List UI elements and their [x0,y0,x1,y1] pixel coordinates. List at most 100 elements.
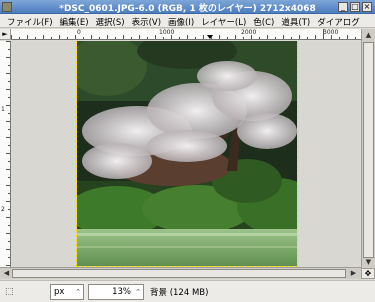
unit-select[interactable]: px ⌃ [50,284,84,300]
menu-dialogs[interactable]: ダイアログ [310,14,360,28]
vruler-tick [6,249,10,250]
hruler-tick [19,37,20,39]
hruler-tick [179,37,180,39]
vruler-tick [6,169,10,170]
hruler-tick [211,37,212,39]
vruler-tick [8,241,10,242]
vruler-tick [6,265,10,266]
hruler-tick [187,35,188,39]
maximize-button[interactable]: □ [350,2,360,12]
menu-select[interactable]: 選択(S) [89,14,125,28]
scroll-left-arrow-icon[interactable]: ◀ [1,268,12,279]
vruler-tick [6,233,10,234]
hruler-tick [355,37,356,39]
menu-image[interactable]: 画像(I) [161,14,194,28]
vruler-tick [6,41,10,42]
vertical-scroll-thumb[interactable] [363,42,374,258]
image-canvas[interactable] [76,41,298,267]
horizontal-ruler[interactable]: 0 1000 2000 3000 [11,29,361,40]
menu-view[interactable]: 表示(V) [125,14,161,28]
status-bar: ⬚ px ⌃ 13% ⌃ 背景 (124 MB) [0,280,375,302]
vruler-tick [8,193,10,194]
hruler-tick [35,37,36,39]
hruler-tick [43,35,44,39]
hruler-tick [195,37,196,39]
hruler-tick [315,35,316,39]
hruler-tick [219,35,220,39]
pointer-icon: ⬚ [5,287,14,297]
vruler-tick [6,121,10,122]
horizontal-scrollbar[interactable]: ◀ ▶ [0,267,361,279]
horizontal-scroll-thumb[interactable] [12,269,346,278]
hruler-tick [323,29,324,39]
vruler-tick [8,97,10,98]
hruler-tick [275,37,276,39]
hruler-tick [171,35,172,39]
hruler-tick [91,35,92,39]
scroll-up-arrow-icon[interactable]: ▲ [362,30,375,41]
zoom-select[interactable]: 13% ⌃ [88,284,144,300]
hruler-tick [203,35,204,39]
vertical-ruler[interactable]: 1 2 [0,41,11,267]
hruler-tick [251,35,252,39]
menu-bar: ファイル(F) 編集(E) 選択(S) 表示(V) 画像(I) レイヤー(L) … [0,14,375,28]
vruler-tick [6,89,10,90]
hruler-tick [99,37,100,39]
navigate-button[interactable]: ✥ [361,268,375,279]
close-button[interactable]: × [362,2,372,12]
zoom-spin-icon: ⌃ [135,288,141,296]
hruler-tick [339,37,340,39]
menu-arrow-icon: ► [2,30,8,38]
hruler-tick [267,35,268,39]
hruler-tick [307,37,308,39]
hruler-tick [347,35,348,39]
canvas-area[interactable] [12,41,360,267]
vruler-tick [8,177,10,178]
hruler-tick [59,35,60,39]
hruler-tick [27,35,28,39]
hruler-tick [235,35,236,39]
hruler-tick [259,37,260,39]
vruler-tick [6,153,10,154]
hruler-tick [291,37,292,39]
vruler-label-2: 2 [1,206,5,213]
vruler-tick [6,201,10,202]
hruler-tick [75,35,76,39]
hruler-tick [147,37,148,39]
minimize-button[interactable]: _ [338,2,348,12]
vruler-tick [8,65,10,66]
hruler-tick [283,35,284,39]
vruler-tick [8,81,10,82]
vertical-scrollbar[interactable]: ▲ ▼ [361,29,375,268]
vruler-tick [8,225,10,226]
hruler-tick [67,37,68,39]
scroll-down-arrow-icon[interactable]: ▼ [362,257,375,268]
hruler-tick [163,37,164,39]
vruler-tick [8,161,10,162]
menu-layer[interactable]: レイヤー(L) [194,14,246,28]
vruler-tick [8,257,10,258]
pointer-position-marker [207,35,213,39]
menu-colors[interactable]: 色(C) [246,14,274,28]
hruler-tick [11,35,12,39]
vruler-tick [8,129,10,130]
menu-edit[interactable]: 編集(E) [53,14,89,28]
hruler-tick [51,37,52,39]
zoom-value: 13% [112,287,131,297]
hruler-tick [131,37,132,39]
hruler-label-2000: 2000 [241,29,257,36]
hruler-tick [155,35,156,39]
vruler-tick [8,113,10,114]
scroll-right-arrow-icon[interactable]: ▶ [348,268,359,279]
hruler-tick [83,37,84,39]
hruler-tick [227,37,228,39]
menu-tools[interactable]: 道具(T) [274,14,310,28]
hruler-tick [243,37,244,39]
menu-file[interactable]: ファイル(F) [0,14,53,28]
hruler-tick [115,37,116,39]
hruler-tick [123,35,124,39]
menu-arrow-button[interactable]: ► [0,29,11,40]
vruler-tick [6,57,10,58]
vruler-label-1: 1 [1,106,5,113]
window-title: *DSC_0601.JPG-6.0 (RGB, 1 枚のレイヤー) 2712x4… [59,4,316,14]
